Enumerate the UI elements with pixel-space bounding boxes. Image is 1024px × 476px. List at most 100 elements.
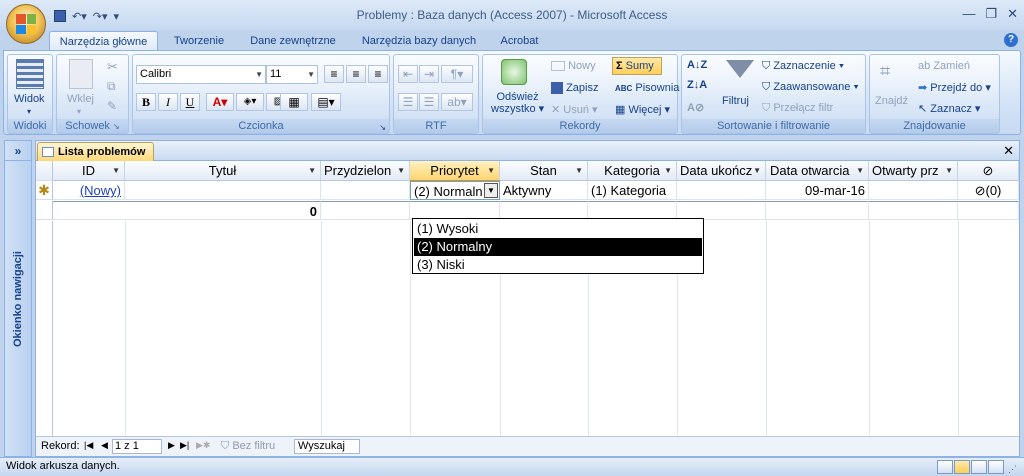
underline-icon[interactable]: U [180, 93, 200, 111]
document-tab[interactable]: Lista problemów [37, 142, 155, 161]
cell-completed[interactable] [677, 181, 766, 200]
tab-external-data[interactable]: Dane zewnętrzne [243, 31, 343, 51]
navigation-pane[interactable]: » Okienko nawigacji [4, 140, 32, 457]
find-button[interactable]: Znajdź [875, 95, 908, 107]
increase-indent-icon[interactable]: ⇥ [419, 65, 439, 83]
dropdown-option-selected[interactable]: (2) Normalny [414, 238, 702, 256]
refresh-icon[interactable] [501, 59, 527, 85]
spelling-button[interactable]: ABC Pisownia [615, 82, 679, 94]
dropdown-option[interactable]: (3) Niski [414, 256, 702, 274]
pivot-chart-view-icon[interactable] [971, 460, 987, 474]
first-record-icon[interactable]: |◀ [84, 440, 93, 451]
last-record-icon[interactable]: ▶| [180, 440, 189, 451]
resize-grip-icon[interactable]: ⋰ [1008, 461, 1017, 476]
delete-record-button[interactable]: ✕ Usuń ▾ [551, 103, 598, 116]
cell-title[interactable] [125, 181, 321, 200]
column-header-assigned[interactable]: Przydzielon ▼ [321, 161, 410, 181]
sort-ascending-icon[interactable]: A↓Z [687, 59, 707, 71]
new-record-selector[interactable]: ✱ [36, 181, 53, 200]
font-size-combo[interactable]: 11 ▼ [266, 65, 318, 84]
decrease-indent-icon[interactable]: ⇤ [398, 65, 418, 83]
bold-icon[interactable]: B [136, 93, 156, 111]
font-name-combo[interactable]: Calibri ▼ [136, 65, 266, 84]
chevron-down-icon[interactable]: ▼ [575, 161, 583, 180]
cell-assigned[interactable] [321, 181, 410, 200]
align-right-icon[interactable]: ≡ [368, 65, 388, 83]
chevron-down-icon[interactable]: ▼ [856, 161, 864, 180]
pivot-table-view-icon[interactable] [954, 460, 970, 474]
column-header-priority[interactable]: Priorytet ▼ [410, 161, 500, 181]
align-center-icon[interactable]: ≡ [346, 65, 366, 83]
cell-status[interactable]: Aktywny [500, 181, 588, 200]
gridlines-icon[interactable]: ▦ [280, 93, 308, 111]
view-dropdown-icon[interactable]: ▾ [27, 107, 31, 116]
next-record-icon[interactable]: ▶ [168, 440, 175, 451]
new-record-nav-icon[interactable]: ▶✱ [196, 440, 210, 451]
chevron-down-icon[interactable]: ▼ [753, 161, 761, 180]
new-record-button[interactable]: Nowy [551, 60, 596, 72]
more-button[interactable]: ▦ Więcej ▾ [615, 103, 670, 116]
refresh-all-button[interactable]: Odśwież wszystko ▾ [491, 91, 544, 115]
combo-dropdown-button[interactable]: ▼ [484, 183, 498, 198]
highlight-icon[interactable]: ab▾ [441, 93, 473, 111]
cell-id[interactable]: (Nowy) [53, 181, 125, 200]
sort-descending-icon[interactable]: Z↓A [687, 79, 707, 91]
search-field[interactable]: Wyszukaj [294, 439, 360, 454]
align-left-icon[interactable]: ≡ [324, 65, 344, 83]
paragraph-icon[interactable]: ¶▾ [441, 65, 473, 83]
save-record-button[interactable]: Zapisz [551, 82, 598, 95]
view-icon[interactable] [16, 59, 44, 89]
paste-icon[interactable] [69, 59, 93, 89]
help-icon[interactable]: ? [1004, 33, 1018, 47]
chevron-down-icon[interactable]: ▼ [112, 161, 120, 180]
column-header-title[interactable]: Tytuł ▼ [125, 161, 321, 181]
column-header-status[interactable]: Stan ▼ [500, 161, 588, 181]
totals-cell-id[interactable]: 0 [53, 201, 321, 220]
tab-database-tools[interactable]: Narzędzia bazy danych [355, 31, 483, 51]
dialog-launcher-icon[interactable]: ↘ [379, 123, 386, 132]
dropdown-option[interactable]: (1) Wysoki [414, 220, 702, 238]
cell-category[interactable]: (1) Kategoria [588, 181, 677, 200]
totals-cell[interactable] [766, 201, 869, 220]
column-header-completed[interactable]: Data ukończ ▼ [677, 161, 766, 181]
view-button[interactable]: Widok [14, 93, 45, 105]
filter-button[interactable]: Filtruj [722, 95, 749, 107]
chevron-down-icon[interactable]: ▼ [487, 161, 495, 180]
minimize-icon[interactable]: — [962, 6, 975, 22]
select-button[interactable]: ↖ Zaznacz ▾ [918, 102, 980, 115]
column-header-id[interactable]: ID ▼ [53, 161, 125, 181]
totals-cell[interactable] [869, 201, 958, 220]
totals-cell[interactable] [958, 201, 1019, 220]
previous-record-icon[interactable]: ◀ [101, 440, 108, 451]
totals-button[interactable]: Σ Sumy [612, 57, 662, 75]
font-color-icon[interactable]: A▾ [206, 93, 234, 111]
cell-opened[interactable]: 09-mar-16 [766, 181, 869, 200]
paste-dropdown-icon[interactable]: ▾ [77, 107, 81, 116]
cut-icon[interactable]: ✂ [107, 59, 118, 75]
dialog-launcher-icon[interactable]: ↘ [113, 122, 120, 131]
chevron-down-icon[interactable]: ▼ [308, 161, 316, 180]
chevron-down-icon[interactable]: ▼ [664, 161, 672, 180]
filter-icon[interactable] [726, 60, 754, 78]
advanced-button[interactable]: ⛉ Zaawansowane ▾ [762, 81, 859, 94]
alt-row-color-icon[interactable]: ▤▾ [311, 93, 341, 111]
copy-icon[interactable]: ⧉ [107, 79, 116, 94]
fill-color-icon[interactable]: ◈▾ [236, 93, 264, 111]
chevron-down-icon[interactable]: ▼ [945, 161, 953, 180]
totals-cell[interactable] [321, 201, 410, 220]
restore-icon[interactable]: ❐ [985, 6, 997, 22]
column-header-opened-by[interactable]: Otwarty prz ▼ [869, 161, 958, 181]
numbering-icon[interactable]: ☰ [398, 93, 418, 111]
format-painter-icon[interactable]: ✎ [107, 99, 117, 113]
toggle-filter-button[interactable]: ⛉ Przełącz filtr [762, 102, 833, 115]
datasheet-view-icon[interactable] [937, 460, 953, 474]
column-header-attachments[interactable]: ⊘ [958, 161, 1019, 181]
select-all-corner[interactable] [36, 161, 53, 181]
close-document-icon[interactable]: ✕ [1003, 143, 1014, 159]
priority-dropdown-list[interactable]: (1) Wysoki (2) Normalny (3) Niski [412, 218, 704, 274]
replace-button[interactable]: ab Zamień [918, 60, 970, 72]
binoculars-icon[interactable]: ⌗ [880, 61, 890, 82]
column-header-category[interactable]: Kategoria ▼ [588, 161, 677, 181]
column-header-opened[interactable]: Data otwarcia ▼ [766, 161, 869, 181]
record-position-field[interactable]: 1 z 1 [112, 439, 162, 454]
